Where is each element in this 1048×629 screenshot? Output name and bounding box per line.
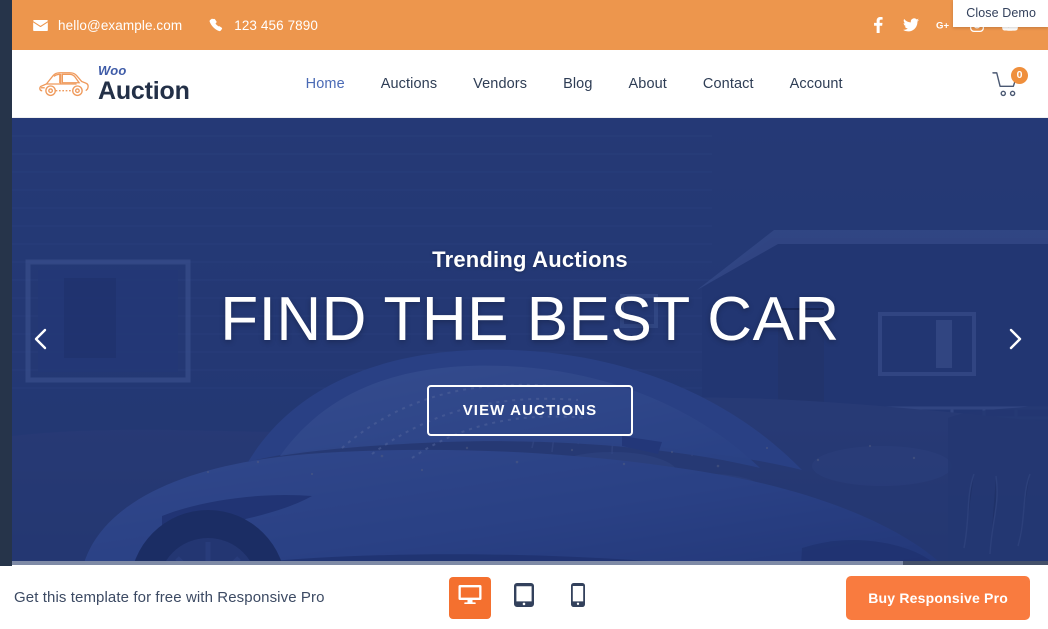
contact-info-group: hello@example.com 123 456 7890: [32, 17, 318, 33]
device-toggle-tablet[interactable]: [503, 577, 545, 619]
site-preview-frame: hello@example.com 123 456 7890 G+ Woo Au…: [0, 0, 1048, 566]
chevron-left-icon: [33, 327, 49, 356]
nav-item-vendors[interactable]: Vendors: [455, 76, 545, 92]
device-toggle-mobile[interactable]: [557, 577, 599, 619]
mobile-icon: [571, 583, 585, 612]
nav-item-auctions[interactable]: Auctions: [363, 76, 455, 92]
site-viewport: hello@example.com 123 456 7890 G+ Woo Au…: [12, 0, 1048, 566]
cart-button[interactable]: 0: [992, 66, 1028, 101]
main-navigation: Home Auctions Vendors Blog About Contact…: [288, 76, 861, 92]
contact-email[interactable]: hello@example.com: [32, 17, 182, 33]
hero-content: Trending Auctions FIND THE BEST CAR VIEW…: [12, 118, 1048, 565]
preview-horizontal-scrollbar[interactable]: [12, 561, 1048, 565]
slider-prev-button[interactable]: [24, 325, 58, 359]
nav-item-home[interactable]: Home: [288, 76, 363, 92]
desktop-icon: [458, 584, 482, 611]
promo-text: Get this template for free with Responsi…: [14, 589, 325, 606]
nav-item-contact[interactable]: Contact: [685, 76, 772, 92]
tablet-icon: [514, 583, 534, 612]
contact-phone-text: 123 456 7890: [234, 17, 319, 33]
chevron-right-icon: [1007, 327, 1023, 356]
facebook-icon[interactable]: [870, 17, 886, 33]
nav-item-about[interactable]: About: [611, 76, 685, 92]
demo-preview-app: hello@example.com 123 456 7890 G+ Woo Au…: [0, 0, 1048, 629]
google-plus-icon[interactable]: G+: [936, 17, 952, 33]
cart-count-badge: 0: [1011, 66, 1028, 84]
logo-wordmark: Woo Auction: [98, 64, 190, 104]
envelope-icon: [32, 17, 48, 33]
slider-next-button[interactable]: [998, 325, 1032, 359]
device-toggle-desktop[interactable]: [449, 576, 491, 619]
close-demo-button[interactable]: Close Demo: [953, 0, 1048, 27]
nav-item-account[interactable]: Account: [772, 76, 861, 92]
top-utility-bar: hello@example.com 123 456 7890 G+: [12, 0, 1048, 50]
contact-phone[interactable]: 123 456 7890: [208, 17, 318, 33]
twitter-icon[interactable]: [903, 17, 919, 33]
hero-slider: JÆGER-AMLAND: [12, 118, 1048, 565]
logo-brand-top: Woo: [98, 62, 127, 78]
buy-responsive-pro-button[interactable]: Buy Responsive Pro: [846, 575, 1030, 620]
site-header: Woo Auction Home Auctions Vendors Blog A…: [12, 50, 1048, 118]
contact-email-text: hello@example.com: [58, 17, 183, 33]
demo-bottom-bar: Get this template for free with Responsi…: [0, 566, 1048, 629]
hero-subtitle: Trending Auctions: [432, 247, 628, 273]
device-preview-toggles: [449, 576, 599, 619]
phone-icon: [208, 17, 224, 33]
hero-title: FIND THE BEST CAR: [220, 285, 840, 355]
view-auctions-button[interactable]: VIEW AUCTIONS: [426, 384, 634, 436]
nav-item-blog[interactable]: Blog: [545, 76, 610, 92]
logo-brand-main: Auction: [98, 76, 190, 105]
car-logo-icon: [38, 66, 90, 102]
svg-text:G+: G+: [936, 21, 949, 31]
site-logo[interactable]: Woo Auction: [38, 64, 190, 104]
